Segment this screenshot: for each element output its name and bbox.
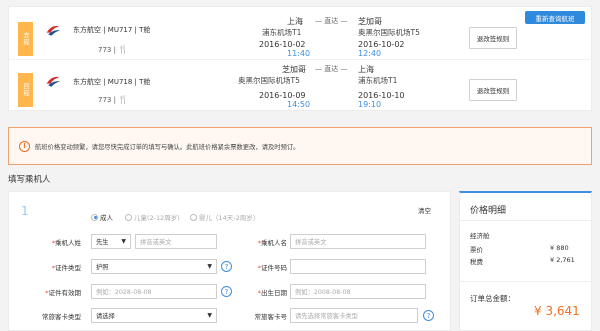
- radio-adult[interactable]: 成人: [91, 212, 113, 222]
- arrival-time: 19:10: [358, 100, 382, 109]
- arrival-date: 2016-10-02: [358, 40, 405, 49]
- ticket-price-value: ¥ 880: [550, 244, 569, 252]
- expiry-input[interactable]: 例如：2028-08-08: [91, 284, 217, 299]
- divider: [460, 281, 591, 282]
- departure-airport: 浦东机场T1: [262, 28, 302, 37]
- passenger-index: 1: [21, 204, 29, 218]
- first-name-label: *乘机人名: [257, 239, 287, 247]
- arrival-airport: 浦东机场T1: [358, 76, 398, 85]
- change-rules-button[interactable]: 退改签规则: [469, 79, 517, 101]
- airline-info: 东方航空 | MU717 | T舱: [73, 26, 151, 34]
- china-eastern-logo-icon: [46, 76, 61, 87]
- caret-down-icon: ▼: [207, 312, 212, 319]
- radio-label: 成人: [100, 214, 113, 222]
- flight-card: 重新查询航班 去程 东方航空 | MU717 | T舱 773 | 🍴 上海 浦…: [8, 6, 593, 111]
- arrival-time: 12:40: [358, 49, 382, 58]
- first-name-input[interactable]: 拼音或英文: [290, 234, 426, 249]
- last-name-input[interactable]: 拼音或英文: [135, 234, 217, 249]
- arrival-date: 2016-10-10: [358, 91, 405, 100]
- departure-city: 芝加哥: [282, 65, 306, 74]
- aircraft-type: 773 |: [98, 45, 116, 54]
- exclamation-icon: !: [19, 140, 30, 152]
- aircraft-info: 773 | 🍴: [98, 45, 128, 54]
- clear-button[interactable]: 清空: [418, 205, 431, 215]
- id-type-label: *证件类型: [51, 264, 81, 272]
- aircraft-info: 773 | 🍴: [98, 95, 128, 104]
- outbound-tag: 去程: [18, 22, 33, 56]
- change-rules-button[interactable]: 退改签规则: [469, 27, 517, 49]
- departure-city: 上海: [287, 17, 303, 26]
- direct-flight-label: — 直达 —: [315, 17, 348, 25]
- fork-knife-icon: 🍴: [117, 45, 128, 54]
- alert-text: 航班价格变动频繁，请您尽快完成订单的填写与确认。此航班价格紧余票数更改，请及时预…: [35, 143, 300, 151]
- ff-number-label: 常旅客卡号: [254, 313, 288, 321]
- fork-knife-icon: 🍴: [117, 95, 128, 104]
- last-name-label: *乘机人姓: [51, 239, 81, 247]
- id-number-label: *证件号码: [257, 264, 287, 272]
- help-icon[interactable]: ?: [423, 310, 434, 321]
- total-value: ¥ 3,641: [534, 304, 580, 318]
- id-number-input[interactable]: [290, 259, 426, 274]
- return-tag: 回程: [18, 73, 33, 107]
- departure-time: 14:50: [287, 100, 311, 109]
- airline-info: 东方航空 | MU718 | T舱: [73, 78, 151, 86]
- radio-label: 婴儿（14天-2周岁）: [199, 214, 260, 222]
- china-eastern-logo-icon: [46, 25, 61, 36]
- arrival-airport: 奥黑尔国际机场T5: [358, 28, 420, 37]
- tax-value: ¥ 2,761: [550, 256, 575, 264]
- direct-flight-label: — 直达 —: [315, 65, 348, 73]
- birth-date-input[interactable]: 例如：2008-08-08: [290, 284, 426, 299]
- price-change-alert: ! 航班价格变动频繁，请您尽快完成订单的填写与确认。此航班价格紧余票数更改，请及…: [8, 127, 592, 165]
- cabin-class: 经济舱: [470, 232, 490, 240]
- section-title: 填写乘机人: [8, 175, 51, 185]
- price-title: 价格明细: [470, 206, 507, 216]
- price-panel: 价格明细 经济舱 票价 ¥ 880 税费 ¥ 2,761 订单总金额： ¥ 3,…: [459, 191, 592, 331]
- caret-down-icon: ▼: [121, 238, 126, 245]
- tax-label: 税费: [470, 258, 483, 266]
- ff-number-input[interactable]: 请先选择常旅客卡类型: [290, 308, 418, 323]
- radio-dot: [91, 213, 98, 221]
- id-type-select[interactable]: 护照 ▼: [91, 259, 217, 274]
- radio-child[interactable]: 儿童(2-12周岁): [125, 212, 180, 222]
- departure-time: 11:40: [287, 49, 311, 58]
- expiry-label: *证件有效期: [45, 289, 81, 297]
- radio-dot: [190, 213, 197, 221]
- arrival-city: 芝加哥: [358, 17, 382, 26]
- total-label: 订单总金额：: [470, 294, 515, 303]
- title-select[interactable]: 先生 ▼: [91, 234, 131, 249]
- radio-dot: [125, 213, 132, 221]
- departure-date: 2016-10-09: [259, 91, 306, 100]
- passenger-form: 1 成人 儿童(2-12周岁) 婴儿（14天-2周岁） 清空 *乘机人姓 先生 ▼…: [8, 191, 451, 331]
- caret-down-icon: ▼: [207, 263, 212, 270]
- radio-label: 儿童(2-12周岁): [134, 214, 180, 222]
- ff-type-label: 常旅客卡类型: [42, 313, 81, 321]
- requery-flights-button[interactable]: 重新查询航班: [525, 11, 585, 24]
- aircraft-type: 773 |: [98, 95, 116, 104]
- birth-date-label: *出生日期: [257, 289, 287, 297]
- departure-date: 2016-10-02: [259, 40, 306, 49]
- departure-airport: 奥黑尔国际机场T5: [238, 76, 300, 85]
- radio-infant[interactable]: 婴儿（14天-2周岁）: [190, 212, 259, 222]
- arrival-city: 上海: [358, 65, 374, 74]
- segment-divider: [9, 59, 593, 60]
- divider: [460, 220, 591, 221]
- ticket-price-label: 票价: [470, 246, 483, 254]
- ff-type-select[interactable]: 请选择 ▼: [91, 308, 217, 323]
